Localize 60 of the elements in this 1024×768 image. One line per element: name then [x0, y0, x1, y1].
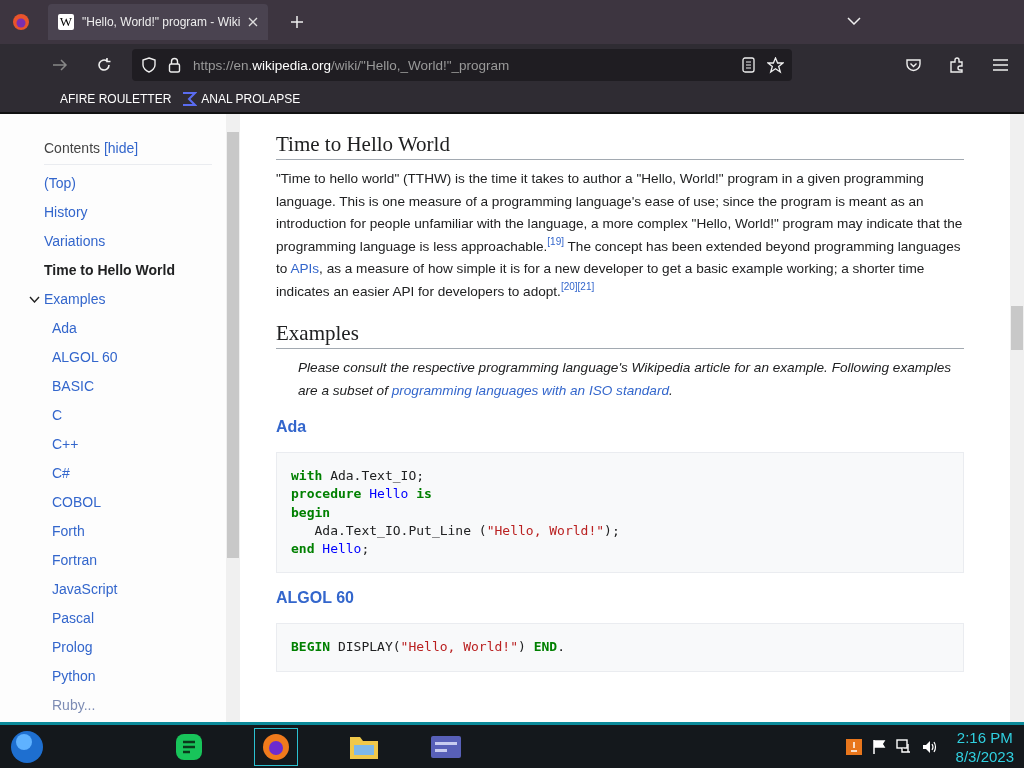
toc-item[interactable]: COBOL — [44, 488, 226, 517]
network-icon[interactable] — [895, 738, 912, 755]
reference-link[interactable]: [19] — [547, 235, 564, 247]
url-text: https://en.wikipedia.org/wiki/"Hello,_World!"_program — [193, 57, 510, 73]
section-heading: Examples — [276, 321, 964, 349]
scrollbar[interactable] — [226, 114, 240, 722]
star-icon[interactable] — [767, 56, 784, 74]
toc-item[interactable]: Ada — [44, 314, 226, 343]
reader-view-icon[interactable] — [742, 57, 755, 73]
toc-item[interactable]: Examples — [44, 285, 226, 314]
pocket-icon[interactable] — [906, 58, 921, 72]
subsection-heading: ALGOL 60 — [276, 589, 355, 608]
toc-item[interactable]: ALGOL 60 — [44, 343, 226, 372]
chevron-down-icon[interactable] — [847, 17, 861, 25]
forward-icon[interactable] — [52, 58, 68, 72]
browser-tab[interactable]: W "Hello, World!" program - Wiki — [48, 4, 269, 40]
bookmark[interactable]: AFIRE ROULETTER — [60, 92, 172, 106]
toc-item[interactable]: C# — [44, 459, 226, 488]
clock-time[interactable]: 2:16 PM — [956, 727, 1013, 747]
reload-icon[interactable] — [96, 57, 112, 73]
toc-item[interactable]: Forth — [44, 517, 226, 546]
bookmark[interactable]: ANAL PROLAPSE — [181, 91, 301, 107]
wikipedia-icon: W — [58, 14, 74, 30]
flag-icon[interactable] — [871, 738, 886, 755]
toc-item[interactable]: C — [44, 401, 226, 430]
card-window-icon[interactable] — [430, 734, 462, 759]
shield-icon[interactable] — [142, 57, 156, 73]
toc-item[interactable]: (Top) — [44, 169, 226, 198]
bookmark-icon — [181, 91, 198, 107]
reference-link[interactable]: [21] — [577, 280, 595, 292]
chevron-icon[interactable] — [29, 296, 40, 303]
toc-item[interactable]: C++ — [44, 430, 226, 459]
toc-item[interactable]: History — [44, 198, 226, 227]
reference-link[interactable]: [20] — [560, 280, 578, 292]
address-bar[interactable]: https://en.wikipedia.org/wiki/"Hello,_World!"_program — [132, 49, 792, 81]
toc-item[interactable]: Fortran — [44, 546, 226, 575]
toc-item[interactable]: Variations — [44, 227, 226, 256]
clock-date[interactable]: 8/3/2023 — [955, 746, 1014, 766]
puzzle-icon[interactable] — [949, 57, 965, 73]
code-block: BEGIN DISPLAY("Hello, World!") END. — [276, 623, 964, 672]
hatnote-text: Please consult the respective programming language's Wikipedia article for an example. Following examples are a subset of programming languages with an ISO standard. — [297, 359, 953, 400]
toc-item[interactable]: BASIC — [44, 372, 226, 401]
toc-item[interactable]: Pascal — [44, 604, 226, 633]
notes-app-icon[interactable] — [174, 731, 204, 762]
new-tab-icon[interactable] — [290, 15, 305, 29]
lock-icon[interactable] — [168, 57, 181, 73]
start-orb-icon[interactable] — [10, 729, 44, 764]
toc-item[interactable]: Prolog — [44, 633, 226, 662]
code-block: with Ada.Text_IO; procedure Hello is begin Ada.Text_IO.Put_Line ("Hello, World!"); end Hello; — [276, 452, 964, 574]
menu-icon[interactable] — [993, 59, 1008, 71]
toc-item[interactable]: Python — [44, 662, 226, 691]
subsection-heading: Ada — [276, 418, 308, 436]
section-heading: Time to Hello World — [276, 132, 964, 160]
close-icon[interactable] — [248, 17, 259, 27]
toc-item[interactable]: JavaScript — [44, 575, 226, 604]
toc-item[interactable]: Time to Hello World — [44, 256, 226, 285]
hide-link[interactable]: [hide] — [103, 140, 139, 156]
toc-item[interactable]: Ruby... — [44, 691, 226, 720]
contents-title: Contents — [44, 140, 101, 156]
scrollbar[interactable] — [1010, 114, 1024, 722]
